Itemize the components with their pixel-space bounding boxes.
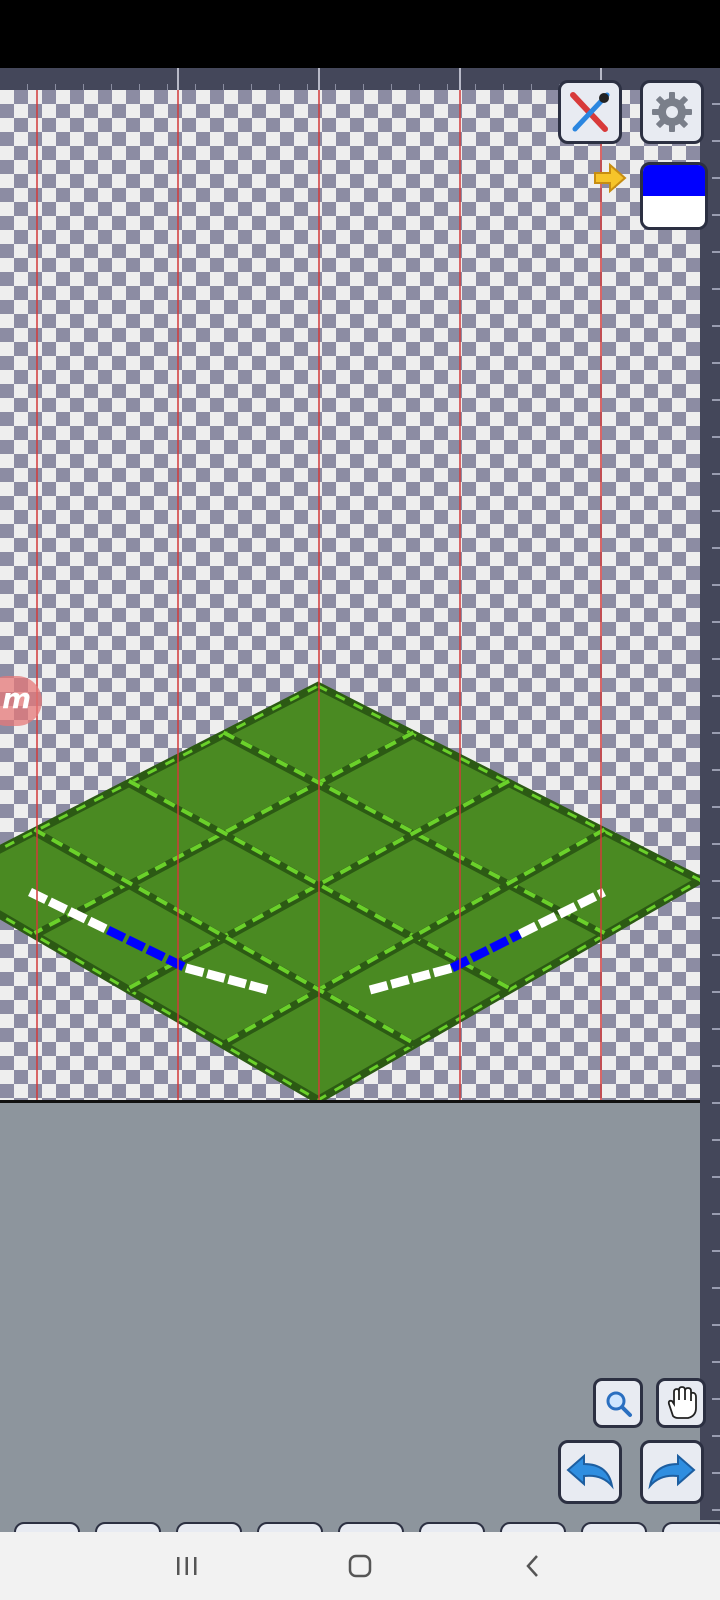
tool-slot[interactable] <box>176 1522 242 1532</box>
tool-slot[interactable] <box>581 1522 647 1532</box>
undo-button[interactable] <box>558 1440 622 1504</box>
pan-button[interactable] <box>656 1378 706 1428</box>
bottom-tool-strip <box>0 1520 720 1532</box>
secondary-color[interactable] <box>643 196 705 227</box>
magnifier-icon <box>606 1391 632 1417</box>
eyedropper-button[interactable] <box>558 80 622 144</box>
home-icon <box>348 1554 372 1578</box>
tool-slot[interactable] <box>95 1522 161 1532</box>
zoom-button[interactable] <box>593 1378 643 1428</box>
system-navigation-bar <box>0 1532 720 1600</box>
back-icon <box>526 1555 539 1577</box>
color-swatch[interactable] <box>640 162 708 230</box>
recents-icon <box>176 1557 197 1575</box>
drawing-canvas[interactable] <box>0 90 700 1100</box>
undo-icon <box>566 1453 614 1490</box>
recents-button[interactable] <box>157 1546 217 1586</box>
settings-button[interactable] <box>640 80 704 144</box>
isometric-grass-tile <box>0 90 700 1100</box>
right-ruler[interactable] <box>700 68 720 1532</box>
tool-slot[interactable] <box>338 1522 404 1532</box>
eyedropper-icon <box>570 92 610 132</box>
hand-icon <box>667 1386 697 1419</box>
primary-color[interactable] <box>643 165 705 196</box>
gear-icon <box>652 92 692 132</box>
tile-diamond <box>0 681 700 1100</box>
tool-slot[interactable] <box>419 1522 485 1532</box>
tool-slot[interactable] <box>662 1522 720 1532</box>
redo-icon <box>648 1453 696 1490</box>
back-button[interactable] <box>503 1546 563 1586</box>
status-bar <box>0 0 720 68</box>
arrow-right-icon <box>594 162 627 194</box>
tool-slot[interactable] <box>257 1522 323 1532</box>
home-button[interactable] <box>330 1546 390 1586</box>
redo-button[interactable] <box>640 1440 704 1504</box>
tool-slot[interactable] <box>14 1522 80 1532</box>
tool-slot[interactable] <box>500 1522 566 1532</box>
